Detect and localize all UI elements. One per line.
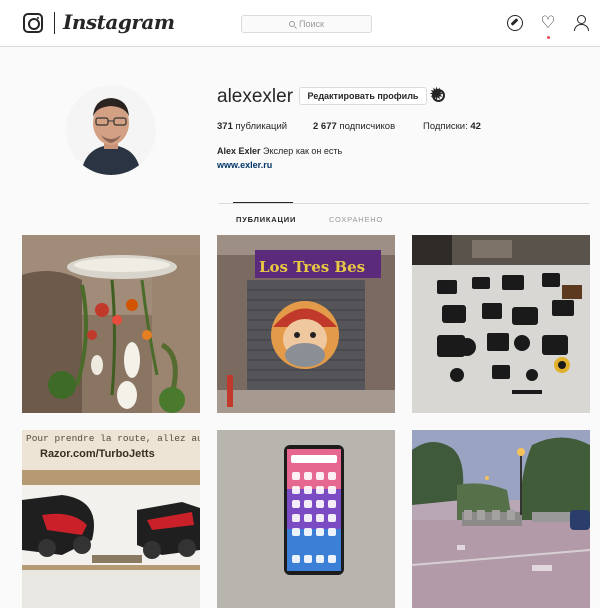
following-count: 42 [470,121,481,132]
following-label: Подписки: [423,121,468,132]
active-tab-indicator [233,202,293,203]
post-thumbnail-park[interactable] [412,430,590,608]
activity-heart-icon[interactable]: ♡ [540,14,556,31]
followers-label: подписчиков [339,121,396,132]
following-stat[interactable]: Подписки: 42 [423,121,481,132]
edit-profile-button[interactable]: Редактировать профиль [299,87,427,105]
profile-bio: Alex Exler Экслер как он есть [217,146,342,156]
explore-compass-icon[interactable] [507,15,523,31]
followers-count: 2 677 [313,121,337,132]
posts-count: 371 [217,121,233,132]
post-thumbnail-phone[interactable] [217,430,395,608]
box-text-line1: Pour prendre la route, allez au [26,433,200,444]
search-placeholder: Поиск [299,19,324,29]
website-link[interactable]: www.exler.ru [217,160,272,170]
tabs-divider [218,203,590,204]
logo-divider [54,12,55,34]
notification-dot [547,36,550,39]
bio-text: Экслер как он есть [263,146,343,156]
posts-count-stat: 371 публикаций [217,121,313,132]
profile-stats: 371 публикаций 2 677 подписчиков Подписк… [217,121,481,132]
tab-saved[interactable]: СОХРАНЕНО [329,215,383,224]
tab-posts[interactable]: ПУБЛИКАЦИИ [236,215,296,224]
post-thumbnail-shutter[interactable]: Los Tres Bes [217,235,395,413]
followers-stat[interactable]: 2 677 подписчиков [313,121,423,132]
settings-gear-icon[interactable] [429,85,445,103]
storefront-sign: Los Tres Bes [259,258,365,276]
avatar[interactable] [66,85,156,175]
profile-person-icon[interactable] [573,15,589,31]
posts-label: публикаций [235,121,288,132]
profile-username: alexexler [217,86,294,107]
instagram-logo-text[interactable]: Instagram [63,10,175,34]
post-thumbnail-box[interactable]: Pour prendre la route, allez au Razor.co… [22,430,200,608]
full-name: Alex Exler [217,146,261,156]
instagram-camera-icon[interactable] [23,13,43,33]
top-navigation-bar: Instagram Поиск ♡ [0,0,600,47]
search-input[interactable]: Поиск [241,15,372,33]
search-icon [289,21,296,27]
post-thumbnail-cameras[interactable] [412,235,590,413]
box-text-line2: Razor.com/TurboJetts [40,448,155,460]
post-thumbnail-flowers[interactable] [22,235,200,413]
